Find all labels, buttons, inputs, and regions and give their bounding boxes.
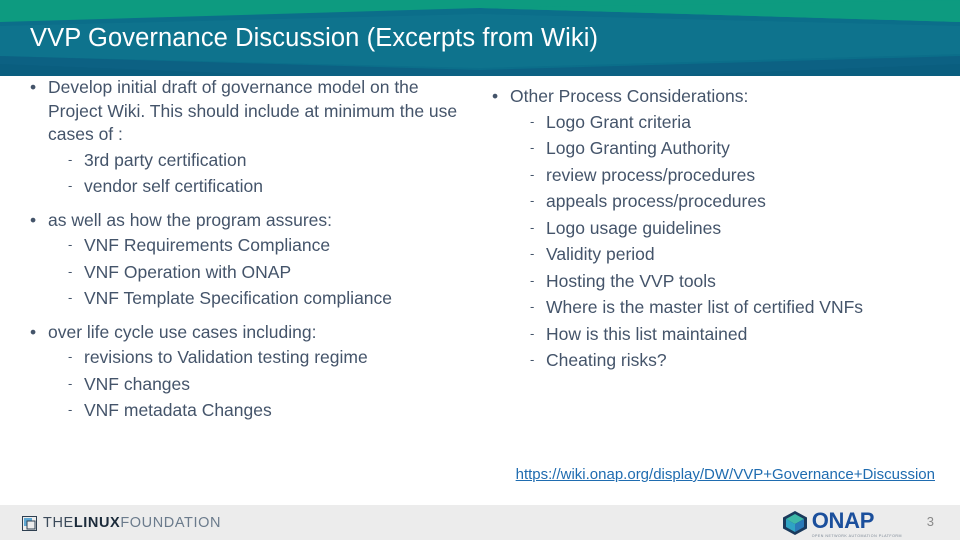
bullet-text: Develop initial draft of governance mode… [48, 77, 458, 144]
sub-bullet-item: - Logo Granting Authority [486, 135, 948, 162]
linux-foundation-mark-icon [22, 515, 37, 531]
bullet-text: as well as how the program assures: [48, 209, 333, 230]
dash-marker-icon: - [530, 246, 535, 261]
sub-bullet-item: - Where is the master list of certified … [486, 294, 948, 321]
sub-bullet-item: - 3rd party certification [24, 147, 476, 174]
dash-marker-icon: - [68, 263, 73, 279]
sub-bullet-text: Where is the master list of certified VN… [546, 297, 864, 317]
page-title: VVP Governance Discussion (Excerpts from… [30, 24, 599, 52]
bullet-group: • as well as how the program assures: - … [24, 209, 476, 312]
slide-footer: THELINUXFOUNDATION ONAP OPEN NETWORK AUT… [0, 505, 960, 540]
wiki-link-row: https://wiki.onap.org/display/DW/VVP+Gov… [0, 466, 935, 484]
sub-bullet-item: - How is this list maintained [486, 321, 948, 348]
dash-marker-icon: - [530, 299, 535, 314]
onap-tagline-text: OPEN NETWORK AUTOMATION PLATFORM [811, 534, 902, 538]
sub-bullet-item: - Validity period [486, 241, 948, 268]
sub-bullet-text: VNF Operation with ONAP [84, 261, 292, 282]
dash-marker-icon: - [530, 113, 535, 129]
sub-bullet-text: revisions to Validation testing regime [84, 347, 368, 367]
right-content-column: • Other Process Considerations: - Logo G… [486, 76, 948, 374]
sub-bullet-text: VNF metadata Changes [84, 400, 272, 420]
onap-wordmark: ONAP OPEN NETWORK AUTOMATION PLATFORM [812, 510, 902, 539]
sub-bullet-text: Logo Granting Authority [546, 138, 730, 158]
linux-foundation-wordmark: THELINUXFOUNDATION [43, 514, 221, 532]
sub-bullet-item: - review process/procedures [486, 162, 948, 189]
bullet-text: over life cycle use cases including: [48, 321, 317, 342]
dash-marker-icon: - [530, 272, 535, 288]
lf-the-text: THE [43, 515, 74, 531]
dash-marker-icon: - [68, 402, 73, 417]
dash-marker-icon: - [530, 352, 535, 367]
bullet-item: • over life cycle use cases including: [24, 321, 476, 345]
bullet-item: • Other Process Considerations: [486, 85, 948, 109]
left-content-column: • Develop initial draft of governance mo… [24, 76, 476, 424]
dash-marker-icon: - [68, 349, 73, 364]
sub-bullet-text: 3rd party certification [84, 149, 247, 170]
sub-bullet-item: - Logo Grant criteria [486, 109, 948, 136]
bullet-dot-icon: • [492, 86, 499, 106]
slide-body: • Develop initial draft of governance mo… [0, 76, 960, 466]
sub-bullet-text: Validity period [546, 244, 655, 264]
sub-bullet-text: vendor self certification [84, 176, 263, 196]
dash-marker-icon: - [530, 140, 535, 155]
lf-foundation-text: FOUNDATION [120, 515, 222, 531]
sub-bullet-text: VNF Requirements Compliance [84, 235, 331, 255]
linux-foundation-logo: THELINUXFOUNDATION [22, 514, 221, 532]
sub-bullet-item: - VNF changes [24, 371, 476, 398]
onap-logo: ONAP OPEN NETWORK AUTOMATION PLATFORM [781, 510, 902, 538]
sub-bullet-text: How is this list maintained [546, 323, 748, 344]
sub-bullet-text: Hosting the VVP tools [546, 270, 716, 291]
onap-name-text: ONAP [811, 508, 875, 533]
bullet-text: Other Process Considerations: [510, 86, 749, 106]
sub-bullet-text: Logo Grant criteria [546, 111, 691, 132]
sub-bullet-item: - Cheating risks? [486, 347, 948, 374]
dash-marker-icon: - [68, 290, 73, 305]
sub-bullet-item: - VNF Operation with ONAP [24, 259, 476, 286]
onap-hexagon-icon [782, 511, 807, 535]
sub-bullet-item: - revisions to Validation testing regime [24, 344, 476, 371]
sub-bullet-item: - VNF Template Specification compliance [24, 285, 476, 312]
bullet-group: • Develop initial draft of governance mo… [24, 76, 476, 200]
bullet-item: • Develop initial draft of governance mo… [24, 76, 476, 147]
dash-marker-icon: - [530, 193, 535, 208]
sub-bullet-item: - vendor self certification [24, 173, 476, 200]
bullet-dot-icon: • [30, 321, 37, 342]
bullet-item: • as well as how the program assures: [24, 209, 476, 233]
dash-marker-icon: - [530, 219, 535, 235]
bullet-group: • Other Process Considerations: - Logo G… [486, 85, 948, 374]
dash-marker-icon: - [68, 178, 73, 193]
sub-bullet-text: VNF changes [84, 373, 191, 394]
bullet-dot-icon: • [30, 77, 37, 97]
sub-bullet-item: - appeals process/procedures [486, 188, 948, 215]
sub-bullet-text: Logo usage guidelines [546, 217, 722, 238]
sub-bullet-text: VNF Template Specification compliance [84, 288, 393, 308]
sub-bullet-item: - Logo usage guidelines [486, 215, 948, 242]
dash-marker-icon: - [530, 166, 535, 182]
slide-number: 3 [926, 514, 934, 529]
sub-bullet-text: appeals process/procedures [546, 191, 766, 211]
dash-marker-icon: - [530, 325, 535, 341]
bullet-dot-icon: • [30, 209, 37, 230]
slide: VVP Governance Discussion (Excerpts from… [0, 0, 960, 540]
sub-bullet-item: - VNF Requirements Compliance [24, 232, 476, 259]
dash-marker-icon: - [68, 375, 73, 391]
dash-marker-icon: - [68, 237, 73, 252]
sub-bullet-item: - Hosting the VVP tools [486, 268, 948, 295]
wiki-link[interactable]: https://wiki.onap.org/display/DW/VVP+Gov… [516, 466, 935, 483]
slide-header-banner: VVP Governance Discussion (Excerpts from… [0, 0, 960, 76]
sub-bullet-text: Cheating risks? [546, 350, 667, 370]
bullet-group: • over life cycle use cases including: -… [24, 321, 476, 424]
sub-bullet-text: review process/procedures [546, 164, 756, 185]
sub-bullet-item: - VNF metadata Changes [24, 397, 476, 424]
dash-marker-icon: - [68, 151, 73, 167]
lf-linux-text: LINUX [73, 515, 121, 531]
